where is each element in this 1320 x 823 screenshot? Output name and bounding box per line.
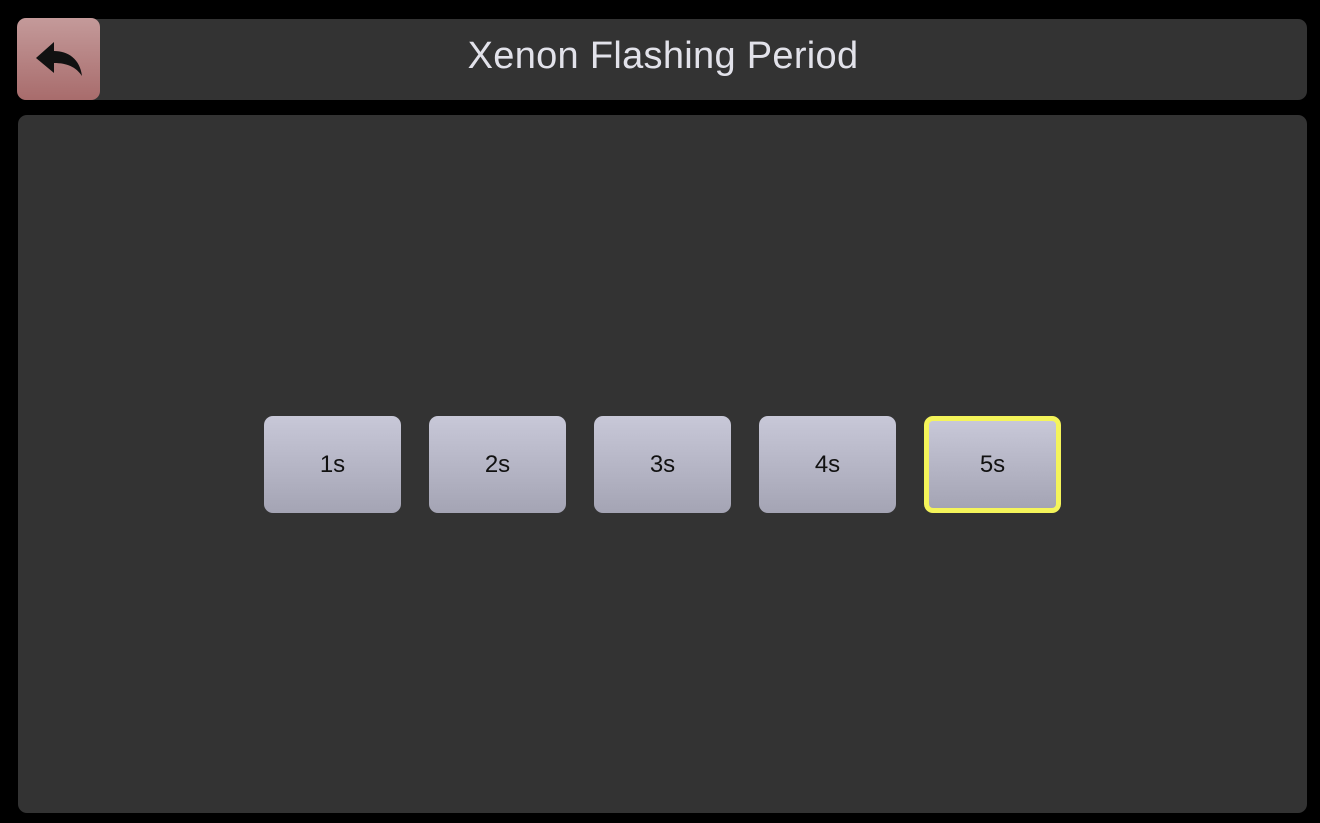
screen: Xenon Flashing Period 1s 2s 3s 4s 5s — [0, 0, 1320, 823]
back-button[interactable] — [17, 18, 100, 100]
option-2s-button[interactable]: 2s — [429, 416, 566, 513]
option-3s-button[interactable]: 3s — [594, 416, 731, 513]
option-4s-button[interactable]: 4s — [759, 416, 896, 513]
period-options: 1s 2s 3s 4s 5s — [264, 416, 1061, 513]
back-arrow-icon — [35, 42, 82, 76]
option-1s-button[interactable]: 1s — [264, 416, 401, 513]
page-title: Xenon Flashing Period — [467, 35, 859, 77]
option-5s-button[interactable]: 5s — [924, 416, 1061, 513]
